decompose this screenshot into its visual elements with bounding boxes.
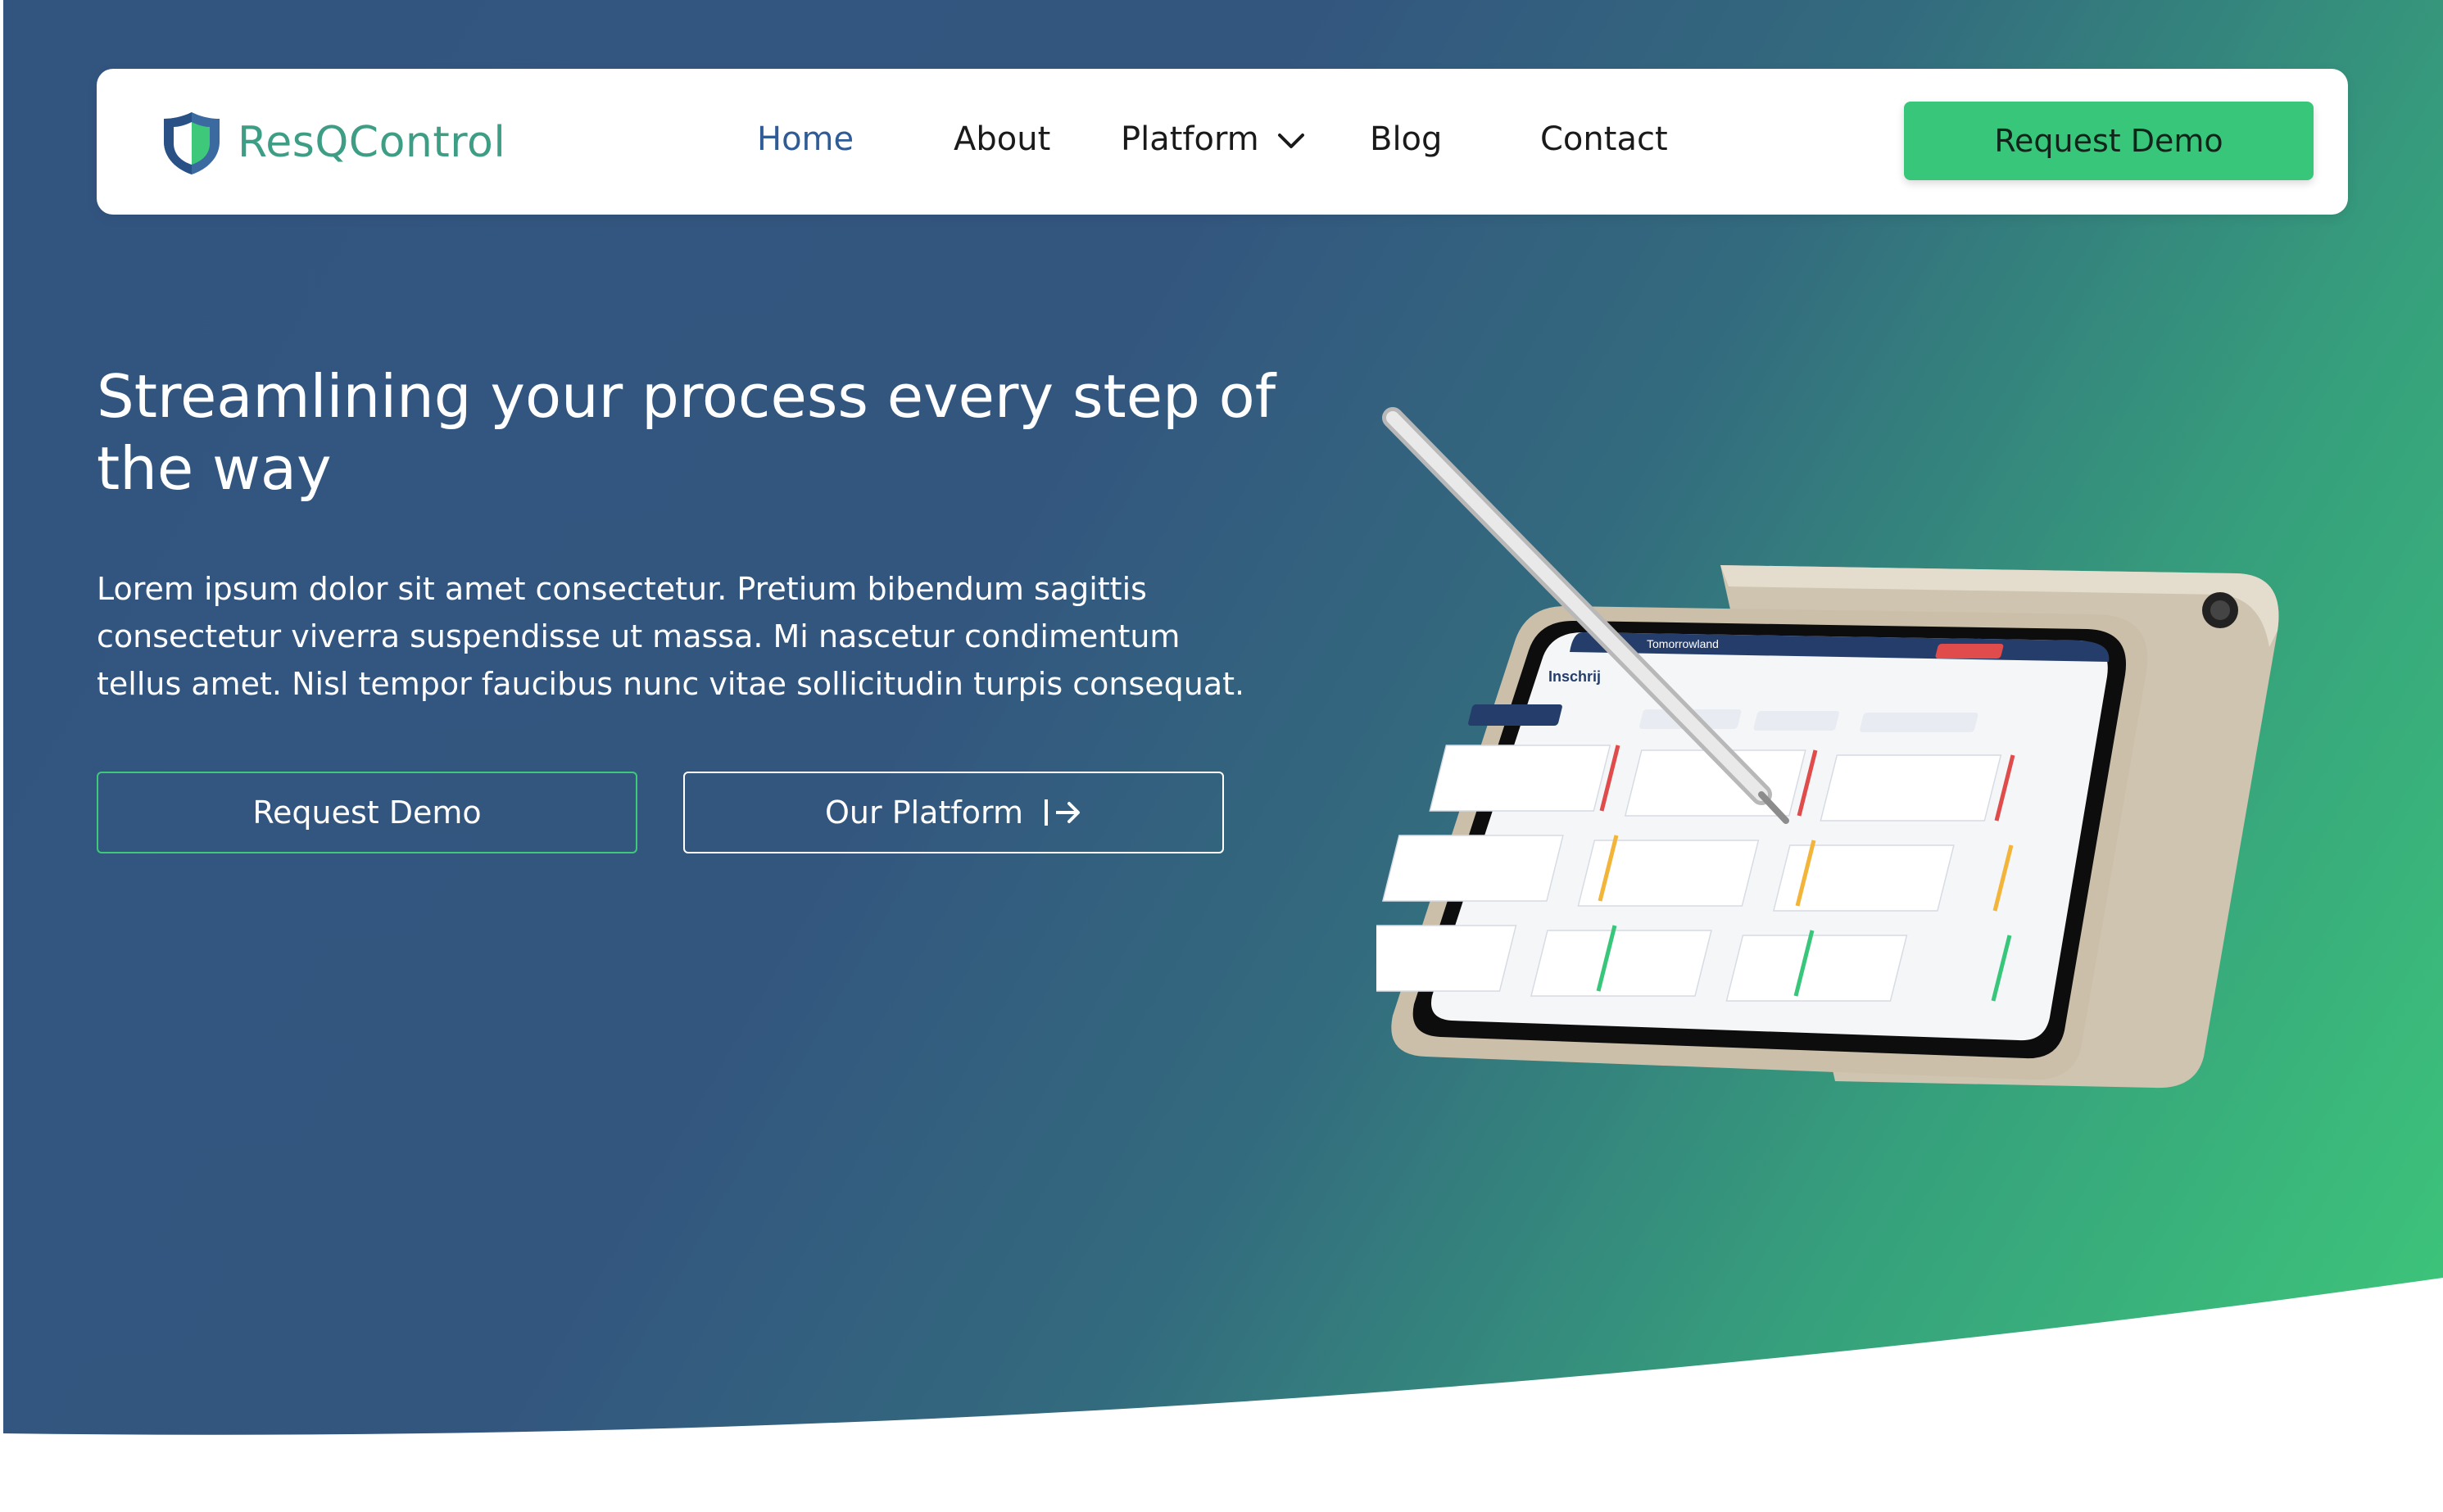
- nav-contact[interactable]: Contact: [1540, 115, 1668, 164]
- nav-request-demo-button[interactable]: Request Demo: [1904, 102, 2314, 180]
- hero-request-demo-button[interactable]: Request Demo: [97, 772, 637, 853]
- nav-platform-dropdown[interactable]: Platform: [1121, 115, 1305, 164]
- nav-blog[interactable]: Blog: [1370, 115, 1442, 164]
- tablet-screen-title: Tomorrowland: [1647, 637, 1719, 650]
- hero-description: Lorem ipsum dolor sit amet consectetur. …: [97, 571, 1245, 702]
- hero-request-demo-label: Request Demo: [252, 794, 482, 831]
- shield-logo-icon: [164, 112, 220, 174]
- chevron-down-icon: [1278, 134, 1305, 148]
- our-platform-button[interactable]: Our Platform: [683, 772, 1224, 853]
- nav-platform-label: Platform: [1121, 120, 1259, 158]
- hero-headline: Streamlining your process every step of …: [97, 362, 1276, 503]
- nav-home[interactable]: Home: [757, 115, 854, 164]
- tablet-illustration: Tomorrowland Inschrij: [1376, 407, 2279, 1089]
- tablet-screen-page-label: Inschrij: [1548, 668, 1601, 685]
- hero-bottom-curve: [0, 1278, 2443, 1512]
- nav-about[interactable]: About: [954, 115, 1050, 164]
- brand-logo[interactable]: ResQControl: [159, 108, 505, 177]
- top-navbar: ResQControl Home About Platform Blog Con…: [97, 69, 2348, 215]
- our-platform-label: Our Platform: [825, 794, 1023, 831]
- tablet-front: Tomorrowland Inschrij: [1376, 606, 2148, 1080]
- brand-name: ResQControl: [238, 118, 506, 167]
- arrow-right-icon: [1044, 799, 1080, 826]
